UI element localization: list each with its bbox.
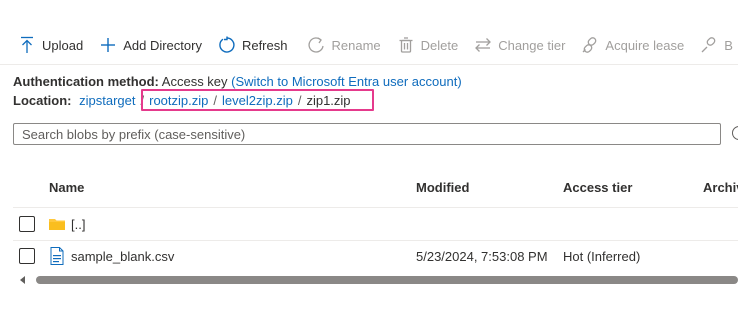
change-tier-label: Change tier (498, 37, 566, 53)
toolbar-divider-line (0, 64, 738, 65)
add-directory-label: Add Directory (123, 37, 202, 53)
auth-method-value: Access key (161, 74, 228, 89)
plus-icon (99, 36, 117, 54)
refresh-label: Refresh (241, 37, 288, 53)
auth-method-label: Authentication method: (13, 74, 159, 89)
header-divider (13, 207, 738, 208)
upload-icon (18, 36, 36, 54)
break-lease-button[interactable]: B (700, 28, 738, 62)
column-header-archive[interactable]: Archive (703, 180, 738, 195)
swap-arrows-icon (474, 36, 492, 54)
acquire-lease-label: Acquire lease (605, 37, 685, 53)
lease-link-icon (581, 36, 599, 54)
command-bar: Upload Add Directory Refresh Rename Dele… (0, 28, 738, 62)
row-modified: 5/23/2024, 7:53:08 PM (416, 249, 548, 264)
row-name[interactable]: [..] (71, 217, 85, 232)
folder-icon (49, 215, 65, 233)
scrollbar-thumb[interactable] (36, 276, 738, 284)
refresh-button[interactable]: Refresh (218, 28, 298, 62)
document-icon (49, 247, 65, 265)
row-checkbox[interactable] (19, 248, 35, 264)
acquire-lease-button[interactable]: Acquire lease (581, 28, 694, 62)
horizontal-scrollbar[interactable] (14, 274, 738, 286)
change-tier-button[interactable]: Change tier (474, 28, 575, 62)
row-checkbox[interactable] (19, 216, 35, 232)
highlight-box (141, 89, 374, 111)
switch-auth-link[interactable]: (Switch to Microsoft Entra user account) (231, 74, 461, 89)
rename-icon (307, 36, 325, 54)
table-row[interactable]: [..] (0, 209, 738, 241)
trash-icon (397, 36, 415, 54)
scroll-left-icon[interactable] (20, 276, 25, 284)
add-directory-button[interactable]: Add Directory (99, 28, 212, 62)
breadcrumb-container[interactable]: zipstarget (79, 93, 135, 108)
break-lease-label: B (724, 37, 733, 53)
refresh-icon (218, 36, 236, 54)
table-header: Name Modified Access tier Archive (0, 180, 738, 204)
rename-label: Rename (331, 37, 381, 53)
auth-method-line: Authentication method: Access key (Switc… (13, 74, 462, 89)
table-row[interactable]: sample_blank.csv 5/23/2024, 7:53:08 PM H… (0, 241, 738, 273)
location-label: Location: (13, 93, 72, 108)
column-header-name[interactable]: Name (49, 180, 84, 195)
column-header-modified[interactable]: Modified (416, 180, 469, 195)
search-input[interactable] (13, 123, 721, 145)
row-name[interactable]: sample_blank.csv (71, 249, 174, 264)
row-access-tier: Hot (Inferred) (563, 249, 641, 264)
delete-button[interactable]: Delete (397, 28, 469, 62)
break-lease-icon (700, 36, 718, 54)
upload-button[interactable]: Upload (18, 28, 93, 62)
rename-button[interactable]: Rename (307, 28, 390, 62)
column-header-access-tier[interactable]: Access tier (563, 180, 632, 195)
search-options-icon[interactable] (732, 126, 738, 140)
upload-label: Upload (42, 37, 84, 53)
delete-label: Delete (420, 37, 459, 53)
